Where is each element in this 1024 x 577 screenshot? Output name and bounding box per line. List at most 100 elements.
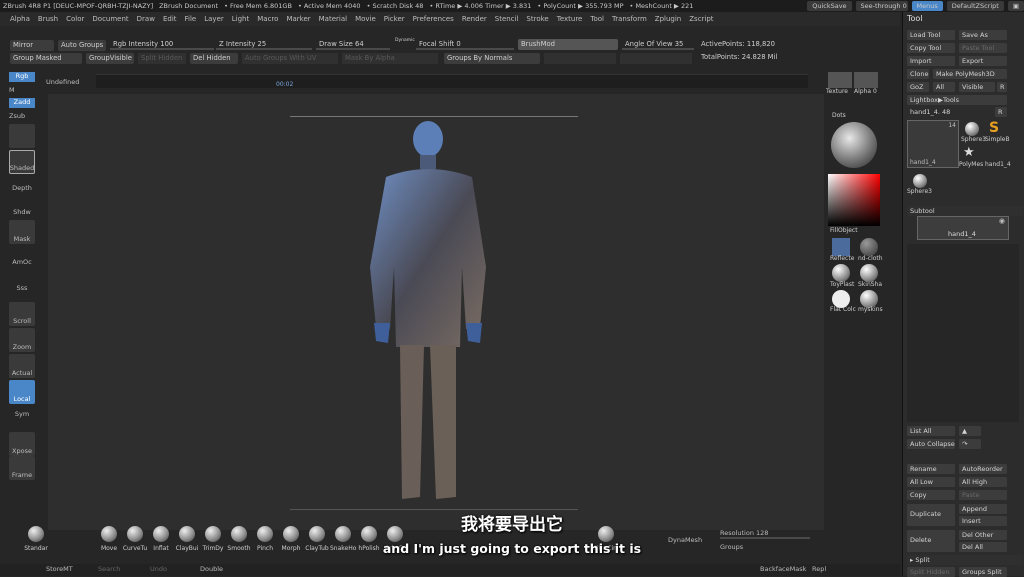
groups-by-normals-button[interactable]: Groups By Normals [444,53,540,64]
sphere3-thumb[interactable] [965,122,979,136]
search-button[interactable]: Search [98,565,120,573]
menu-transform[interactable]: Transform [612,15,647,23]
auto-groups-button[interactable]: Auto Groups [58,40,106,51]
menu-layer[interactable]: Layer [204,15,224,23]
import-button[interactable]: Import [907,56,955,66]
sym-button[interactable]: Sym [9,410,35,418]
all-high-button[interactable]: All High [959,477,1007,487]
timeline-track[interactable]: 00:02 [96,74,808,88]
paste-button[interactable]: Paste [959,490,1007,500]
menu-edit[interactable]: Edit [163,15,177,23]
auto-reorder-button[interactable]: AutoReorder [959,464,1007,474]
menu-macro[interactable]: Macro [257,15,278,23]
angle-of-view-slider[interactable]: Angle Of View 35 [622,39,694,50]
material-nd-cloth-swatch[interactable] [860,238,878,256]
all-button[interactable]: All [933,82,955,92]
dynamic-toggle[interactable]: Dynamic [392,37,418,48]
del-hidden-button[interactable]: Del Hidden [190,53,238,64]
fill-object-button[interactable]: FillObject [830,227,858,234]
split-header[interactable]: ▸ Split [907,555,1023,565]
group-visible-button[interactable]: GroupVisible [86,53,134,64]
export-button[interactable]: Export [959,56,1007,66]
menu-color[interactable]: Color [66,15,84,23]
group-masked-button[interactable]: Group Masked [10,53,82,64]
alpha-swatch[interactable] [854,72,878,88]
zsub-toggle[interactable]: Zsub [9,112,35,120]
auto-collapse-button[interactable]: Auto Collapse [907,439,955,449]
auto-groups-uv-button[interactable]: Auto Groups With UV [242,53,338,64]
menu-tool[interactable]: Tool [590,15,604,23]
m-toggle[interactable]: M [9,86,35,94]
zoom-button[interactable]: Zoom [9,328,35,352]
menu-render[interactable]: Render [462,15,487,23]
mirror-button[interactable]: Mirror [10,40,54,51]
r-button-2[interactable]: R [995,107,1007,117]
rename-button[interactable]: Rename [907,464,955,474]
menu-material[interactable]: Material [319,15,347,23]
angle-slider[interactable] [620,53,692,64]
rgb-intensity-slider[interactable]: Rgb Intensity 100 [110,39,214,50]
material-reflecte-swatch[interactable] [832,238,850,256]
menu-stencil[interactable]: Stencil [495,15,519,23]
move-up-icon[interactable]: ▲ [959,426,981,436]
layout-icon[interactable]: ▣ [1007,1,1024,11]
material-toyplast-swatch[interactable] [832,264,850,282]
menus-button[interactable]: Menus [911,1,943,11]
split-hidden-button[interactable]: Split Hidden [138,53,186,64]
load-tool-button[interactable]: Load Tool [907,30,955,40]
goz-button[interactable]: GoZ [907,82,929,92]
subtool-list-area[interactable] [907,244,1019,422]
eye-icon[interactable]: ◉ [999,217,1005,225]
model-viewport[interactable] [290,116,578,510]
menu-stroke[interactable]: Stroke [526,15,548,23]
menu-marker[interactable]: Marker [286,15,310,23]
z-intensity-slider[interactable]: Z Intensity 25 [216,39,312,50]
brush-thumbnail-icon[interactable] [9,124,35,148]
zadd-toggle[interactable]: Zadd [9,98,35,108]
menu-preferences[interactable]: Preferences [413,15,454,23]
draw-size-slider[interactable]: Draw Size 64 [316,39,390,50]
make-polymesh-button[interactable]: Make PolyMesh3D [933,69,1007,79]
mask-by-alpha-button[interactable]: Mask By Alpha [342,53,438,64]
simplebrush-icon[interactable]: S [989,120,999,136]
backface-mask-button[interactable]: BackfaceMask [760,565,806,573]
color-picker[interactable] [828,174,880,226]
menu-zscript[interactable]: Zscript [689,15,713,23]
mask-button[interactable]: Mask [9,220,35,244]
scroll-button[interactable]: Scroll [9,302,35,326]
amoc-button[interactable]: AmOc [9,258,35,266]
rgb-toggle[interactable]: Rgb [9,72,35,82]
current-tool-thumbnail[interactable]: 14 hand1_4 [907,120,959,168]
polymesh-star-icon[interactable]: ★ [963,145,975,160]
material-skinshade-swatch[interactable] [860,264,878,282]
menu-zplugin[interactable]: Zplugin [655,15,681,23]
menu-movie[interactable]: Movie [355,15,376,23]
subtool-header[interactable]: Subtool [907,206,1023,216]
menu-texture[interactable]: Texture [557,15,583,23]
local-button[interactable]: Local [9,380,35,404]
dots-label[interactable]: Dots [832,112,846,119]
menu-file[interactable]: File [185,15,197,23]
quicksave-button[interactable]: QuickSave [807,1,852,11]
brush-mod-slider[interactable]: BrushMod [518,39,618,50]
mask-slider[interactable] [544,53,616,64]
actual-button[interactable]: Actual [9,354,35,378]
lightbox-tools-button[interactable]: Lightbox▶Tools [907,95,1007,105]
default-zscript-button[interactable]: DefaultZScript [946,1,1004,11]
paste-tool-button[interactable]: Paste Tool [959,43,1007,53]
menu-alpha[interactable]: Alpha [10,15,30,23]
shadow-button[interactable]: Shdw [9,208,35,216]
visible-button[interactable]: Visible [959,82,995,92]
repl-button[interactable]: Repl [812,565,826,573]
all-low-button[interactable]: All Low [907,477,955,487]
shaded-button[interactable]: Shaded [9,150,35,174]
list-all-button[interactable]: List All [907,426,955,436]
clone-button[interactable]: Clone [907,69,929,79]
see-through-slider[interactable]: See-through 0 [855,1,908,11]
material-sphere-preview[interactable] [831,122,877,168]
menu-brush[interactable]: Brush [38,15,58,23]
frame-button[interactable]: Frame [9,456,35,480]
menu-picker[interactable]: Picker [384,15,405,23]
storemt-button[interactable]: StoreMT [46,565,73,573]
xpose-button[interactable]: Xpose [9,432,35,456]
